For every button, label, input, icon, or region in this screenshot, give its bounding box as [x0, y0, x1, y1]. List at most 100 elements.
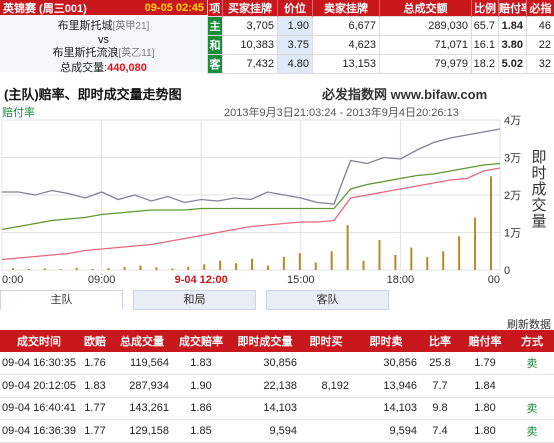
trade-col-euro: 欧赔 — [78, 330, 112, 352]
table-row[interactable]: 09-04 16:40:41 1.77 143,261 1.86 14,103 … — [0, 397, 554, 420]
trade-time: 09-04 20:12:05 — [0, 374, 78, 398]
trade-sell: 13,946 — [352, 374, 420, 398]
tab-away[interactable]: 客队 — [266, 290, 389, 310]
match-time: 09-05 02:45 — [144, 1, 204, 14]
volume-bar — [219, 260, 222, 270]
x-tick-label: 9-04 12:00 — [175, 274, 228, 286]
total-volume-value: 440,080 — [107, 62, 147, 74]
trade-buy — [300, 397, 352, 420]
market-total: 289,030 — [379, 16, 472, 36]
market-col-ratio: 比例 — [471, 0, 499, 17]
tab-draw[interactable]: 和局 — [133, 290, 256, 310]
tab-home[interactable]: 主队 — [0, 290, 123, 310]
market-col-index: 必指 — [526, 0, 554, 17]
market-ratio: 18.2 — [471, 54, 499, 74]
x-tick-label: 18:00 — [387, 274, 415, 286]
x-tick-label: 0:00 — [2, 274, 23, 286]
market-row-home[interactable]: 主 3,705 1.90 6,677 289,030 65.7 1.84 46 — [207, 16, 554, 36]
volume-bar — [75, 267, 78, 270]
trade-ratio: 7.4 — [420, 419, 460, 443]
market-payout: 3.80 — [498, 35, 527, 55]
home-team: 布里斯托城[英甲21] — [0, 19, 207, 34]
trade-col-mode: 方式 — [510, 330, 554, 352]
market-row-draw[interactable]: 和 10,383 3.75 4,623 71,071 16.1 3.80 22 — [207, 35, 554, 55]
volume-bar — [362, 260, 365, 270]
trade-header-row: 成交时间 欧赔 总成交量 成交赔率 即时成交量 即时买 即时卖 比率 赔付率 方… — [0, 330, 554, 352]
market-sell: 13,153 — [312, 54, 380, 74]
trade-total: 119,564 — [112, 352, 172, 375]
volume-bar — [490, 176, 492, 270]
market-col-sell: 卖家挂牌 — [312, 0, 380, 17]
trade-payout: 1.80 — [460, 397, 510, 420]
volume-bar — [107, 268, 110, 270]
volume-bar — [139, 265, 142, 270]
volume-bar — [203, 264, 206, 270]
match-header-bar: 英锦赛 (周三001) 09-05 02:45 — [0, 0, 207, 15]
away-team-name[interactable]: 布里斯托流浪 — [53, 47, 119, 59]
trade-col-ratio: 比率 — [420, 330, 460, 352]
home-team-league: [英甲21] — [112, 21, 150, 32]
x-tick-label: 15:00 — [287, 274, 315, 286]
trade-mode: 卖 — [510, 397, 554, 420]
trade-euro: 1.77 — [78, 419, 112, 443]
market-index: 32 — [526, 54, 554, 74]
market-table: 项 买家挂牌 价位 卖家挂牌 总成交额 比例 赔付率 必指 主 3,705 1.… — [207, 0, 554, 74]
trade-odds: 1.90 — [172, 374, 230, 398]
volume-bar — [442, 251, 445, 270]
trade-payout: 1.79 — [460, 352, 510, 375]
trade-payout: 1.80 — [460, 419, 510, 443]
trade-total: 129,158 — [112, 419, 172, 443]
volume-bar — [155, 267, 158, 270]
table-row[interactable]: 09-04 16:30:35 1.76 119,564 1.83 30,856 … — [0, 352, 554, 375]
market-sell: 4,623 — [312, 35, 380, 55]
total-volume: 总成交量:440,080 — [0, 61, 207, 75]
market-buy: 3,705 — [222, 16, 278, 36]
trade-euro: 1.77 — [78, 397, 112, 420]
trade-payout: 1.84 — [460, 374, 510, 398]
volume-bar — [251, 258, 253, 270]
market-col-payout: 赔付率 — [498, 0, 527, 17]
volume-bar — [394, 255, 397, 270]
volume-bar — [59, 269, 62, 270]
market-col-total: 总成交额 — [379, 0, 472, 17]
volume-bar — [474, 217, 477, 270]
market-sell: 6,677 — [312, 16, 380, 36]
home-team-name[interactable]: 布里斯托城 — [58, 20, 113, 32]
trade-total: 143,261 — [112, 397, 172, 420]
market-price: 1.90 — [277, 16, 313, 36]
volume-bar — [378, 240, 381, 270]
trade-col-sell: 即时卖 — [352, 330, 420, 352]
trade-total: 287,934 — [112, 374, 172, 398]
trade-time: 09-04 16:40:41 — [0, 397, 78, 420]
volume-bar — [187, 266, 190, 270]
trade-instant: 9,594 — [230, 419, 300, 443]
volume-bar — [458, 236, 461, 270]
market-index: 22 — [526, 35, 554, 55]
trade-sell: 30,856 — [352, 352, 420, 375]
market-total: 79,979 — [379, 54, 472, 74]
market-col-buy: 买家挂牌 — [222, 0, 278, 17]
market-row-away[interactable]: 客 7,432 4.80 13,153 79,979 18.2 5.02 32 — [207, 54, 554, 74]
vs-label: vs — [98, 34, 109, 46]
volume-bar — [314, 262, 317, 270]
trade-instant: 22,138 — [230, 374, 300, 398]
market-buy: 7,432 — [222, 54, 278, 74]
table-row[interactable]: 09-04 20:12:05 1.83 287,934 1.90 22,138 … — [0, 374, 554, 398]
market-col-price: 价位 — [277, 0, 313, 17]
market-ratio: 16.1 — [471, 35, 499, 55]
y-tick-label: 1万 — [504, 228, 521, 240]
market-price: 4.80 — [277, 54, 313, 74]
market-total: 71,071 — [379, 35, 472, 55]
market-price: 3.75 — [277, 35, 313, 55]
trade-sell: 14,103 — [352, 397, 420, 420]
match-league-label[interactable]: 英锦赛 (周三001) — [3, 0, 87, 16]
trade-col-odds: 成交赔率 — [172, 330, 230, 352]
y-tick-label: 4万 — [504, 115, 521, 127]
trade-euro: 1.83 — [78, 374, 112, 398]
y-tick-label: 0 — [504, 265, 510, 277]
trade-col-payout: 赔付率 — [460, 330, 510, 352]
volume-bar — [171, 268, 174, 270]
total-volume-label: 总成交量: — [60, 62, 108, 74]
table-row[interactable]: 09-04 16:36:39 1.77 129,158 1.85 9,594 9… — [0, 419, 554, 443]
trade-ratio: 25.8 — [420, 352, 460, 375]
